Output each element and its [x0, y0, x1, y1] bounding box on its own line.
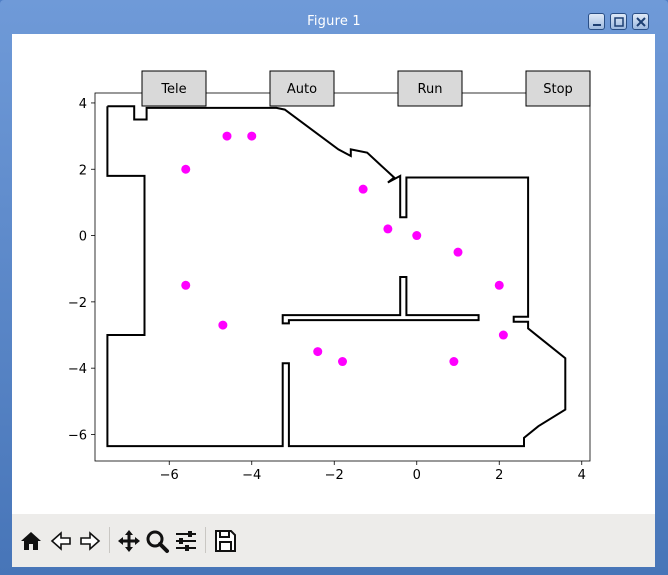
home-icon[interactable]	[18, 528, 44, 554]
y-tick-label: 0	[79, 230, 87, 245]
figure-canvas: −6 −4 −2 0 2 4 −6 −4 −2 0 2 4 Tele Auto Run Stop	[12, 34, 655, 567]
scatter-plot[interactable]: −6 −4 −2 0 2 4 −6 −4 −2 0 2 4 Tele Auto Run Stop	[12, 34, 655, 514]
widget-button-tele[interactable]: Tele	[141, 70, 207, 107]
data-point	[412, 231, 422, 241]
widget-button-auto[interactable]: Auto	[269, 70, 335, 107]
data-point	[358, 184, 368, 194]
y-tick-label: 4	[79, 97, 87, 112]
back-icon[interactable]	[48, 528, 74, 554]
x-tick-label: 0	[413, 468, 421, 483]
data-point	[453, 247, 463, 257]
x-tick-label: −6	[160, 468, 179, 483]
x-axis: −6 −4 −2 0 2 4	[160, 461, 586, 483]
maximize-icon[interactable]	[610, 13, 627, 30]
x-tick-label: 4	[578, 468, 586, 483]
y-axis: −6 −4 −2 0 2 4	[68, 97, 95, 443]
close-icon[interactable]	[632, 13, 649, 30]
data-point	[222, 131, 232, 141]
axes-frame	[94, 92, 591, 462]
toolbar-separator	[109, 527, 110, 553]
widget-button-run[interactable]: Run	[397, 70, 463, 107]
y-tick-label: −6	[68, 428, 87, 443]
x-tick-label: −4	[242, 468, 261, 483]
x-tick-label: 2	[495, 468, 503, 483]
button-label: Run	[418, 82, 443, 97]
data-point	[494, 280, 504, 290]
data-point	[338, 357, 347, 367]
minimize-icon[interactable]	[588, 13, 605, 30]
toolbar-separator	[205, 527, 206, 553]
button-label: Tele	[160, 82, 186, 97]
save-icon[interactable]	[212, 528, 238, 554]
widget-button-stop[interactable]: Stop	[525, 70, 591, 107]
data-point	[449, 357, 459, 367]
data-point	[383, 224, 393, 234]
data-point	[313, 347, 323, 357]
forward-icon[interactable]	[77, 528, 103, 554]
window-title: Figure 1	[307, 14, 361, 29]
button-label: Stop	[543, 82, 573, 97]
data-point	[247, 131, 257, 141]
y-tick-label: 2	[79, 163, 87, 178]
data-point	[181, 164, 191, 174]
zoom-icon[interactable]	[144, 528, 170, 554]
button-label: Auto	[287, 82, 317, 97]
title-bar[interactable]: Figure 1	[0, 0, 668, 34]
app-window: Figure 1 −6 −4 −2 0 2 4 −6 −4 −2 0 2 4 Tele Auto Run…	[0, 0, 668, 575]
y-tick-label: −2	[68, 296, 87, 311]
data-point	[181, 280, 191, 290]
data-point	[218, 320, 228, 330]
x-tick-label: −2	[325, 468, 344, 483]
pan-icon[interactable]	[116, 528, 142, 554]
navigation-toolbar	[12, 514, 655, 567]
configure-subplots-icon[interactable]	[173, 528, 199, 554]
y-tick-label: −4	[68, 362, 87, 377]
data-point	[498, 330, 508, 340]
